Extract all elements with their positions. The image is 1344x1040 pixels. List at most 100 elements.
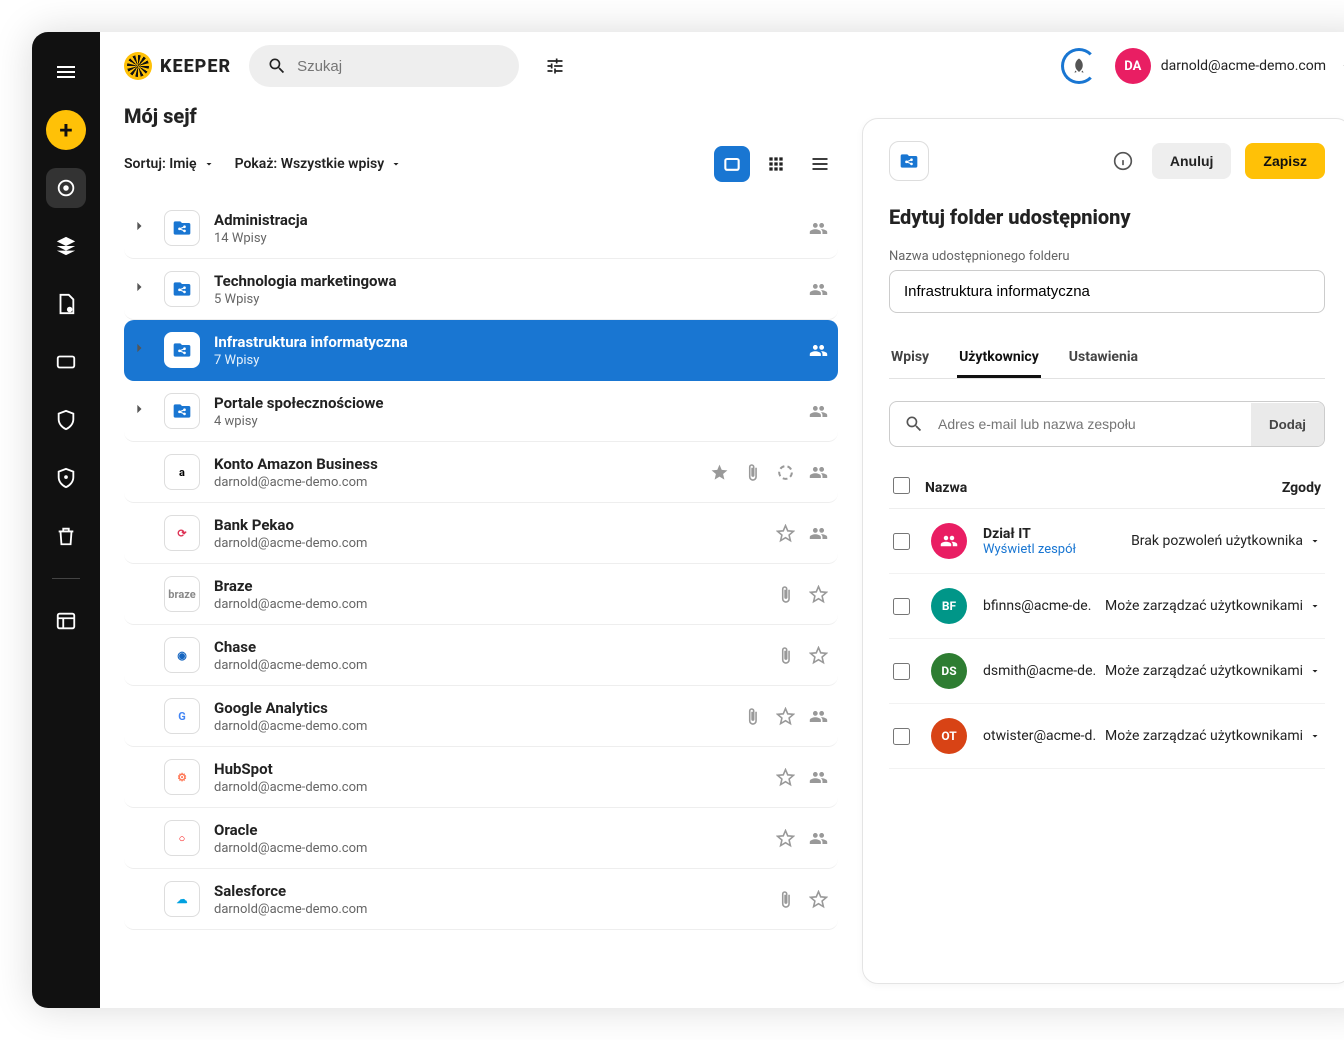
folder-row[interactable]: Infrastruktura informatyczna 7 Wpisy bbox=[124, 320, 838, 381]
show-dropdown[interactable]: Pokaż: Wszystkie wpisy bbox=[235, 156, 403, 172]
view-list-button[interactable] bbox=[802, 146, 838, 182]
onboarding-button[interactable] bbox=[1061, 48, 1097, 84]
entry-name: Braze bbox=[214, 577, 367, 595]
star-icon[interactable] bbox=[776, 768, 795, 787]
entry-row[interactable]: ☁ Salesforce darnold@acme-demo.com bbox=[124, 869, 838, 930]
tab-users[interactable]: Użytkownicy bbox=[957, 339, 1041, 378]
entry-icon: G bbox=[164, 698, 200, 734]
star-icon[interactable] bbox=[776, 829, 795, 848]
attach-icon[interactable] bbox=[776, 890, 795, 909]
expand-icon[interactable] bbox=[128, 338, 150, 362]
folder-row[interactable]: Technologia marketingowa 5 Wpisy bbox=[124, 259, 838, 320]
member-checkbox[interactable] bbox=[893, 598, 910, 615]
folder-name: Administracja bbox=[214, 211, 308, 229]
star-icon[interactable] bbox=[809, 890, 828, 909]
search-icon bbox=[267, 56, 287, 76]
star-icon[interactable] bbox=[809, 585, 828, 604]
add-button[interactable]: + bbox=[46, 110, 86, 150]
entry-row[interactable]: ◉ Chase darnold@acme-demo.com bbox=[124, 625, 838, 686]
share-icon[interactable] bbox=[809, 463, 828, 482]
folder-name-input[interactable] bbox=[889, 270, 1325, 313]
nav-stack[interactable] bbox=[46, 226, 86, 266]
star-icon[interactable] bbox=[809, 646, 828, 665]
menu-button[interactable] bbox=[46, 52, 86, 92]
folder-row[interactable]: Portale społecznościowe 4 wpisy bbox=[124, 381, 838, 442]
entry-sub: darnold@acme-demo.com bbox=[214, 780, 367, 795]
nav-files[interactable] bbox=[46, 284, 86, 324]
nav-cards[interactable] bbox=[46, 342, 86, 382]
view-grid-button[interactable] bbox=[758, 146, 794, 182]
select-all-checkbox[interactable] bbox=[893, 477, 910, 494]
attach-icon[interactable] bbox=[776, 646, 795, 665]
sort-dropdown[interactable]: Sortuj: Imię bbox=[124, 156, 215, 172]
entry-row[interactable]: a Konto Amazon Business darnold@acme-dem… bbox=[124, 442, 838, 503]
shared-icon bbox=[809, 280, 828, 299]
cancel-button[interactable]: Anuluj bbox=[1152, 143, 1232, 179]
view-team-link[interactable]: Wyświetl zespół bbox=[983, 542, 1125, 557]
shared-folder-icon bbox=[164, 271, 200, 307]
nav-breachwatch[interactable] bbox=[46, 458, 86, 498]
entry-row[interactable]: braze Braze darnold@acme-demo.com bbox=[124, 564, 838, 625]
nav-security[interactable] bbox=[46, 400, 86, 440]
search-box[interactable] bbox=[249, 45, 519, 87]
sidebar-divider bbox=[52, 578, 80, 579]
entry-row[interactable]: G Google Analytics darnold@acme-demo.com bbox=[124, 686, 838, 747]
nav-trash[interactable] bbox=[46, 516, 86, 556]
share-icon[interactable] bbox=[809, 707, 828, 726]
member-row: OT otwister@acme-d. Może zarządzać użytk… bbox=[889, 704, 1325, 769]
share-icon[interactable] bbox=[809, 768, 828, 787]
expand-icon[interactable] bbox=[128, 399, 150, 423]
expand-icon[interactable] bbox=[128, 277, 150, 301]
entry-sub: darnold@acme-demo.com bbox=[214, 536, 367, 551]
entry-row[interactable]: ⚙ HubSpot darnold@acme-demo.com bbox=[124, 747, 838, 808]
folder-row[interactable]: Administracja 14 Wpisy bbox=[124, 198, 838, 259]
attach-icon[interactable] bbox=[776, 585, 795, 604]
nav-vault[interactable] bbox=[46, 168, 86, 208]
nav-layout[interactable] bbox=[46, 601, 86, 641]
chevron-down-icon bbox=[1309, 665, 1321, 677]
shared-folder-icon bbox=[164, 332, 200, 368]
filter-button[interactable] bbox=[537, 48, 573, 84]
user-menu[interactable]: DA darnold@acme-demo.com bbox=[1115, 48, 1344, 84]
entry-name: Oracle bbox=[214, 821, 367, 839]
column-name: Nazwa bbox=[925, 480, 1282, 496]
search-input[interactable] bbox=[297, 58, 501, 75]
entry-row[interactable]: ⟳ Bank Pekao darnold@acme-demo.com bbox=[124, 503, 838, 564]
ring-icon[interactable] bbox=[776, 463, 795, 482]
entry-row[interactable]: ○ Oracle darnold@acme-demo.com bbox=[124, 808, 838, 869]
sidebar: + bbox=[32, 32, 100, 1008]
member-row: BF bfinns@acme-de. Może zarządzać użytko… bbox=[889, 574, 1325, 639]
permission-dropdown[interactable]: Może zarządzać użytkownikami bbox=[1105, 663, 1321, 679]
tab-settings[interactable]: Ustawienia bbox=[1067, 339, 1140, 378]
permission-dropdown[interactable]: Może zarządzać użytkownikami bbox=[1105, 728, 1321, 744]
entry-name: HubSpot bbox=[214, 760, 367, 778]
member-checkbox[interactable] bbox=[893, 663, 910, 680]
member-checkbox[interactable] bbox=[893, 533, 910, 550]
star-icon[interactable] bbox=[776, 707, 795, 726]
permission-dropdown[interactable]: Może zarządzać użytkownikami bbox=[1105, 598, 1321, 614]
column-permissions: Zgody bbox=[1282, 480, 1321, 496]
save-button[interactable]: Zapisz bbox=[1245, 143, 1325, 179]
add-user-button[interactable]: Dodaj bbox=[1251, 403, 1324, 446]
chevron-down-icon bbox=[1309, 600, 1321, 612]
user-email: darnold@acme-demo.com bbox=[1161, 58, 1326, 74]
tab-entries[interactable]: Wpisy bbox=[889, 339, 931, 378]
permission-dropdown[interactable]: Brak pozwoleń użytkownika bbox=[1131, 533, 1321, 549]
entry-sub: darnold@acme-demo.com bbox=[214, 719, 367, 734]
panel-heading: Edytuj folder udostępniony bbox=[889, 205, 1325, 229]
info-button[interactable] bbox=[1108, 146, 1138, 176]
star-filled-icon[interactable] bbox=[710, 463, 729, 482]
attach-icon[interactable] bbox=[743, 707, 762, 726]
share-icon[interactable] bbox=[809, 524, 828, 543]
folder-name: Technologia marketingowa bbox=[214, 272, 397, 290]
view-folder-button[interactable] bbox=[714, 146, 750, 182]
star-icon[interactable] bbox=[776, 524, 795, 543]
expand-icon[interactable] bbox=[128, 216, 150, 240]
shared-icon bbox=[809, 219, 828, 238]
chevron-down-icon bbox=[1309, 730, 1321, 742]
entry-sub: darnold@acme-demo.com bbox=[214, 841, 367, 856]
add-user-input[interactable] bbox=[938, 402, 1251, 446]
share-icon[interactable] bbox=[809, 829, 828, 848]
member-checkbox[interactable] bbox=[893, 728, 910, 745]
attach-icon[interactable] bbox=[743, 463, 762, 482]
